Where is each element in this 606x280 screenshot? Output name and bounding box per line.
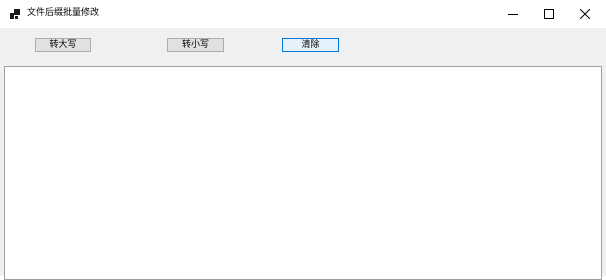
window-title: 文件后缀批量修改 xyxy=(27,8,100,18)
minimize-button[interactable] xyxy=(495,0,531,28)
to-lowercase-button[interactable]: 转小写 xyxy=(167,38,224,52)
app-window-icon xyxy=(10,9,20,19)
maximize-icon xyxy=(544,9,554,19)
minimize-icon xyxy=(508,14,518,15)
close-button[interactable] xyxy=(567,0,603,28)
toolbar: 转大写 转小写 清除 xyxy=(0,28,606,66)
to-uppercase-button[interactable]: 转大写 xyxy=(35,38,91,52)
content-textarea[interactable] xyxy=(4,66,602,280)
main-window: 文件后缀批量修改 转大写 转小写 清除 xyxy=(0,0,606,280)
maximize-button[interactable] xyxy=(531,0,567,28)
title-bar[interactable]: 文件后缀批量修改 xyxy=(0,0,606,28)
clear-button[interactable]: 清除 xyxy=(282,38,339,52)
close-icon xyxy=(580,9,590,19)
